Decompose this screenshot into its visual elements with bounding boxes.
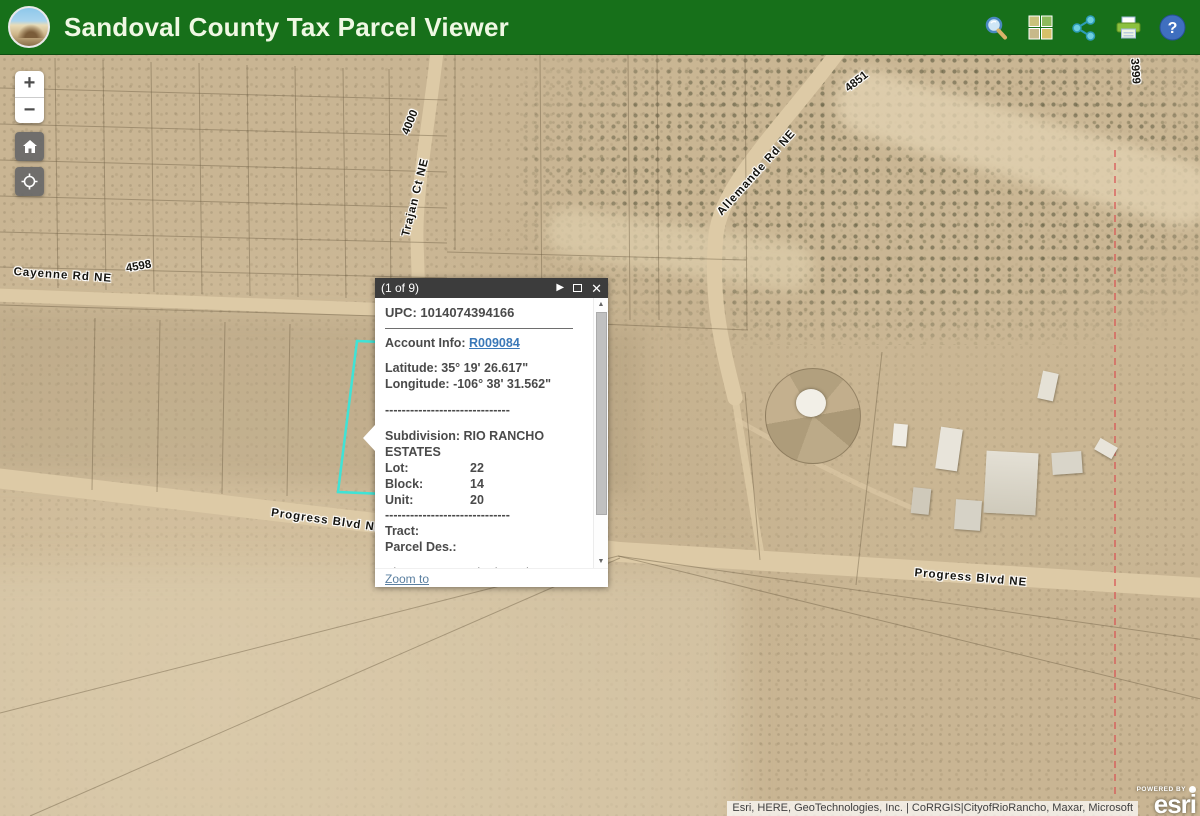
- header-toolbar: ?: [982, 0, 1186, 55]
- share-icon[interactable]: [1070, 14, 1098, 42]
- next-feature-icon[interactable]: ▶: [556, 283, 564, 293]
- popup-titlebar[interactable]: (1 of 9) ▶ ✕: [375, 278, 608, 298]
- home-icon: [22, 139, 38, 154]
- upc-value: 1014074394166: [420, 305, 514, 320]
- app-header: Sandoval County Tax Parcel Viewer: [0, 0, 1200, 55]
- popup-body: UPC: 1014074394166 Account Info: R009084…: [375, 298, 608, 568]
- zoom-out-button[interactable]: −: [15, 98, 44, 124]
- search-icon[interactable]: [982, 14, 1010, 42]
- basemap-gallery-icon[interactable]: [1026, 14, 1054, 42]
- upc-label: UPC:: [385, 305, 417, 320]
- block-label: Block:: [385, 477, 470, 493]
- app-window: Cayenne Rd NE 4598 4000 Trajan Ct NE 485…: [0, 0, 1200, 816]
- popup-note: Please Note: Latitude and Longitude is t…: [385, 566, 587, 568]
- account-info-label: Account Info:: [385, 336, 466, 350]
- circular-facility: [765, 368, 861, 464]
- building: [954, 499, 982, 531]
- longitude-value: -106° 38' 31.562": [453, 377, 551, 391]
- county-seal-logo: [8, 6, 50, 48]
- map-attribution: Esri, HERE, GeoTechnologies, Inc. | CoRR…: [727, 801, 1138, 816]
- scroll-down-icon[interactable]: ▼: [594, 555, 608, 568]
- block-value: 14: [470, 477, 484, 493]
- help-icon[interactable]: ?: [1158, 14, 1186, 42]
- locate-button[interactable]: [15, 167, 44, 196]
- popup-scrollbar[interactable]: ▲ ▼: [593, 298, 608, 568]
- account-link[interactable]: R009084: [469, 336, 520, 350]
- scrollbar-thumb[interactable]: [596, 312, 607, 515]
- building: [892, 423, 908, 446]
- parcel-des-label: Parcel Des.:: [385, 540, 587, 556]
- latitude-label: Latitude:: [385, 361, 438, 375]
- popup-pagination: (1 of 9): [381, 281, 556, 295]
- parcel-info-popup: (1 of 9) ▶ ✕ UPC: 1014074394166 Account …: [375, 278, 608, 587]
- maximize-icon[interactable]: [573, 284, 582, 292]
- close-icon[interactable]: ✕: [591, 282, 602, 295]
- home-button[interactable]: [15, 132, 44, 161]
- unit-value: 20: [470, 493, 484, 509]
- latitude-value: 35° 19' 26.617": [441, 361, 528, 375]
- lot-value: 22: [470, 461, 484, 477]
- longitude-label: Longitude:: [385, 377, 450, 391]
- lot-label: Lot:: [385, 461, 470, 477]
- print-icon[interactable]: [1114, 14, 1142, 42]
- popup-footer: Zoom to: [375, 568, 608, 587]
- separator-dashes: ------------------------------: [385, 508, 587, 524]
- popup-pointer: [363, 425, 375, 451]
- zoom-control: + −: [15, 71, 44, 123]
- esri-logo: POWERED BY esri: [1137, 786, 1196, 815]
- tract-label: Tract:: [385, 524, 587, 540]
- scroll-up-icon[interactable]: ▲: [594, 298, 608, 311]
- popup-content: UPC: 1014074394166 Account Info: R009084…: [375, 298, 593, 568]
- building: [911, 487, 932, 515]
- locate-icon: [21, 173, 38, 190]
- zoom-in-button[interactable]: +: [15, 71, 44, 98]
- facility-tank: [796, 389, 826, 417]
- separator-dashes: ------------------------------: [385, 403, 587, 419]
- app-title: Sandoval County Tax Parcel Viewer: [64, 12, 509, 43]
- building: [1051, 451, 1082, 475]
- subdivision-label: Subdivision:: [385, 429, 460, 443]
- building: [983, 451, 1038, 516]
- esri-wordmark: esri: [1137, 793, 1196, 815]
- zoom-to-link[interactable]: Zoom to: [385, 572, 429, 586]
- svg-text:?: ?: [1167, 20, 1177, 37]
- unit-label: Unit:: [385, 493, 470, 509]
- map-canvas[interactable]: Cayenne Rd NE 4598 4000 Trajan Ct NE 485…: [0, 55, 1200, 816]
